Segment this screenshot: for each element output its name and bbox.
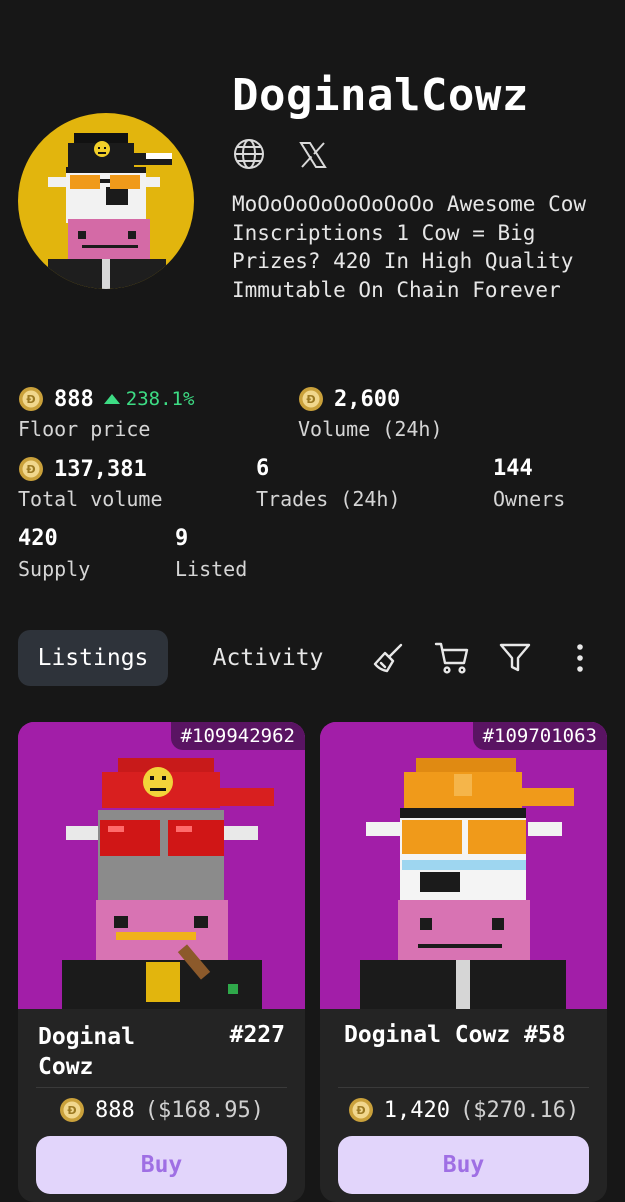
tab-activity[interactable]: Activity [192,630,344,686]
listed-label: Listed [175,557,248,581]
svg-text:Ð: Ð [26,463,35,476]
buy-button[interactable]: Buy [36,1136,287,1194]
inscription-id-badge: #109942962 [170,722,305,750]
volume-24h-label: Volume (24h) [298,417,443,441]
floor-price-change: 238.1% [103,388,195,410]
dogecoin-icon: Ð [348,1098,373,1122]
nft-number: #227 [229,1022,285,1048]
floor-price-value: 888 [54,386,94,412]
supply-label: Supply [18,557,91,581]
buy-button[interactable]: Buy [338,1136,589,1194]
nft-price: Ð 1,420 ($270.16) [320,1097,607,1123]
floor-price-label: Floor price [18,417,151,441]
listed-value: 9 [175,526,189,551]
svg-text:Ð: Ð [26,393,35,406]
nft-image[interactable]: #109701063 [320,722,607,1009]
collection-avatar [18,113,194,289]
svg-text:Ð: Ð [356,1104,365,1117]
triangle-up-icon [103,394,120,404]
total-volume-value: 137,381 [54,456,147,482]
inscription-id-badge: #109701063 [472,722,607,750]
x-logo-icon[interactable] [296,138,330,172]
nft-name: Doginal Cowz #58 [344,1022,566,1048]
svg-text:Ð: Ð [67,1104,76,1117]
trades-24h-label: Trades (24h) [256,487,401,511]
total-volume-label: Total volume [18,487,163,511]
floor-price-change-text: 238.1% [125,388,195,410]
dogecoin-icon: Ð [19,457,43,481]
nft-price-usd: ($168.95) [144,1097,264,1123]
card-divider [36,1087,287,1088]
nft-price-usd: ($270.16) [460,1097,580,1123]
card-divider [338,1087,589,1088]
trades-24h-value: 6 [256,456,270,481]
dogecoin-icon: Ð [299,387,323,411]
nft-name: Doginal Cowz [38,1024,135,1080]
supply-value: 420 [18,526,58,551]
nft-image[interactable]: #109942962 [18,722,305,1009]
floor-price-value-row: Ð 888 238.1% [18,386,194,412]
volume-24h-value-row: Ð 2,600 [298,386,400,412]
nft-price-value: 888 [95,1097,135,1123]
cart-icon[interactable] [432,638,472,678]
total-volume-value-row: Ð 137,381 [18,456,147,482]
dogecoin-icon: Ð [19,387,43,411]
collection-description: MoOoOoOoOoOoOoOo Awesome Cow Inscription… [232,192,587,302]
volume-24h-value: 2,600 [334,386,401,412]
svg-text:Ð: Ð [306,393,315,406]
globe-icon[interactable] [232,137,266,171]
tab-listings[interactable]: Listings [18,630,168,686]
nft-price: Ð 888 ($168.95) [18,1097,305,1123]
owners-label: Owners [493,487,566,511]
broom-icon[interactable] [368,638,408,678]
collection-title: DoginalCowz [232,70,529,121]
dogecoin-icon: Ð [60,1098,85,1122]
filter-icon[interactable] [495,638,535,678]
owners-value: 144 [493,456,533,481]
listing-card[interactable]: #109942962 Doginal Cowz #227 Ð 888 ($168… [18,722,305,1202]
nft-price-value: 1,420 [383,1097,450,1123]
more-vertical-icon[interactable] [560,638,600,678]
listing-card[interactable]: #109701063 Doginal Cowz #58 Ð 1,420 ($27… [320,722,607,1202]
